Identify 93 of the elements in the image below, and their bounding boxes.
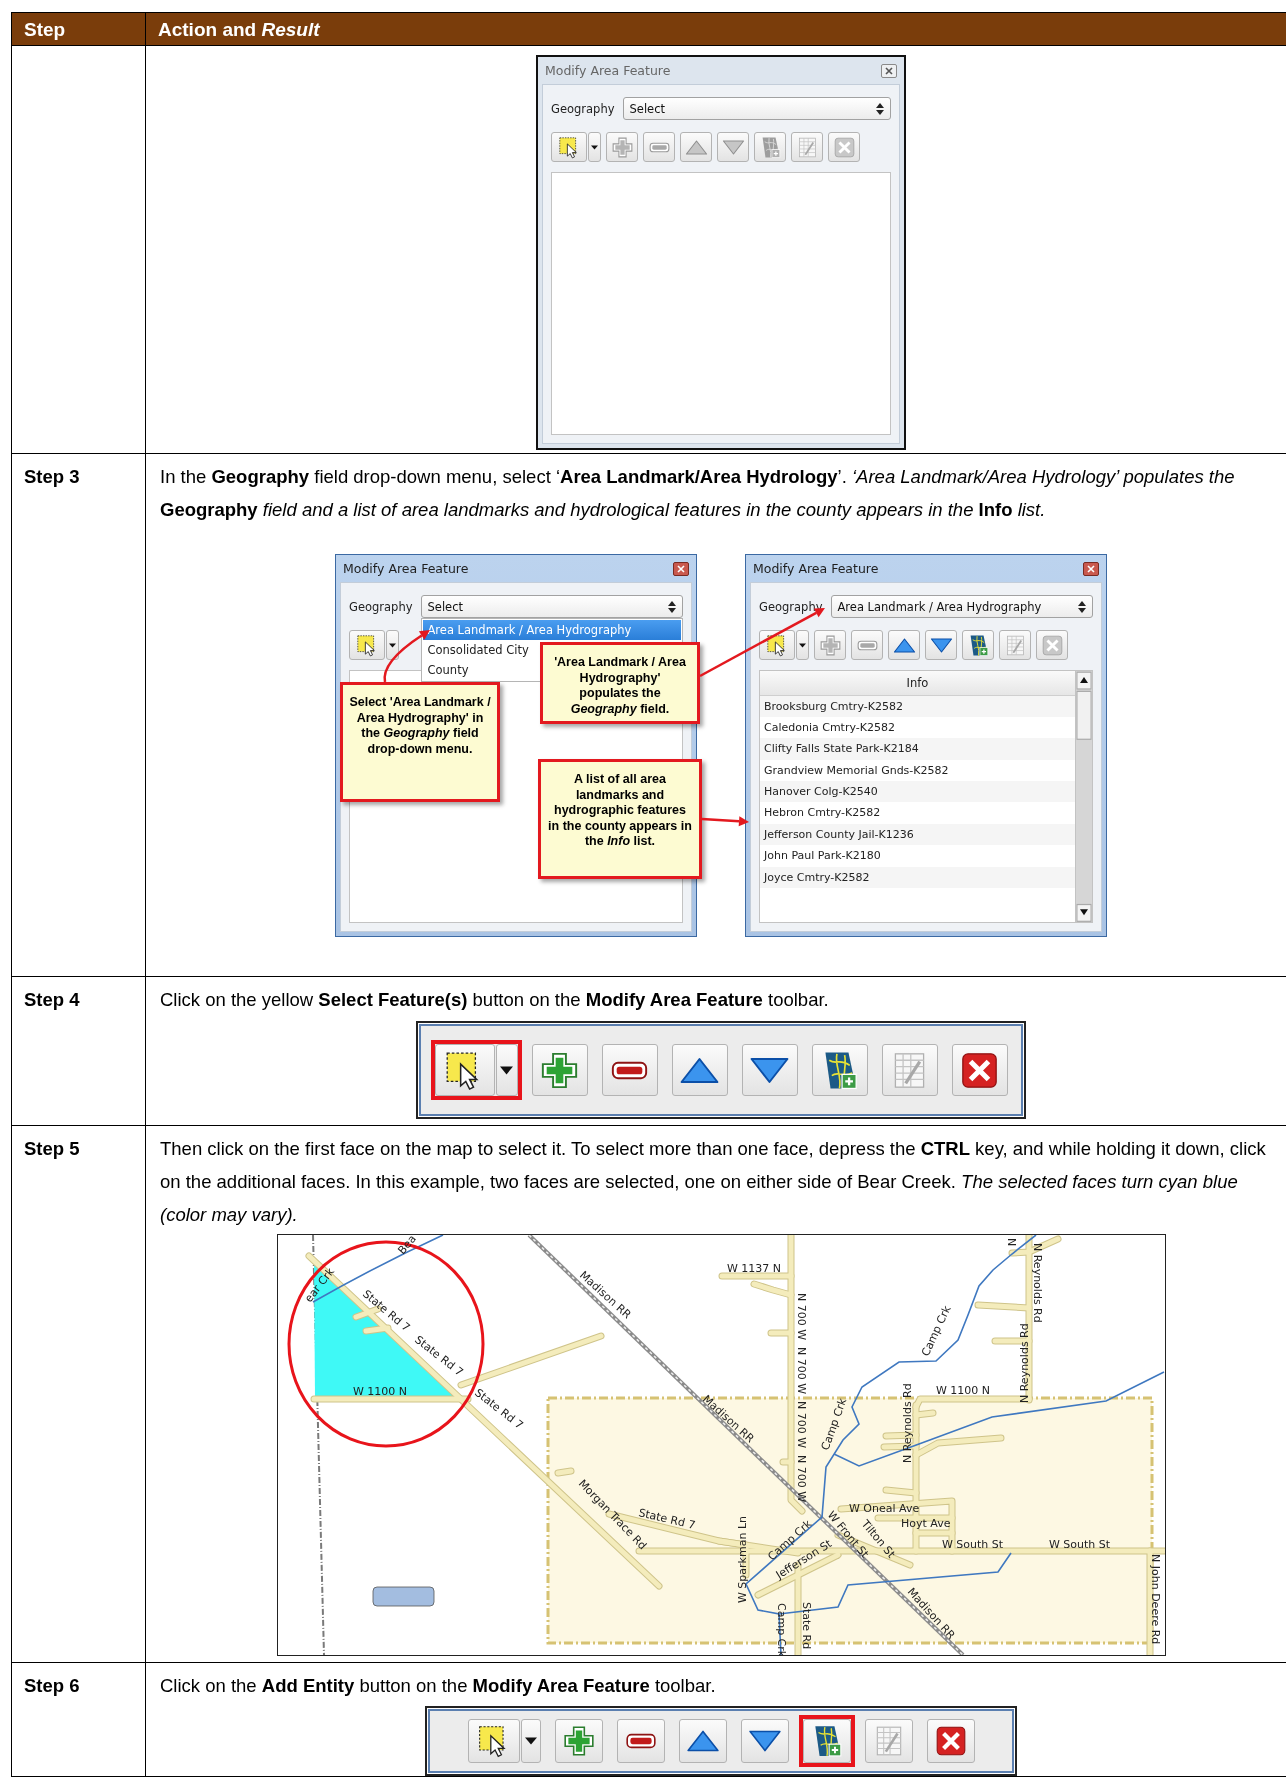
field-label: Geography — [759, 599, 823, 614]
map-label: N Reynolds Rd — [1017, 1323, 1031, 1403]
spin-arrows-icon — [668, 600, 676, 613]
plus-icon — [561, 1724, 596, 1758]
map-label: N Reynolds Rd — [1030, 1243, 1044, 1323]
close-icon — [1087, 564, 1095, 573]
toolbar-button[interactable] — [671, 1044, 728, 1096]
close-button[interactable] — [881, 63, 897, 78]
close-icon — [832, 135, 856, 159]
step-instruction: Click on the yellow Select Feature(s) button on the Modify Area Feature toolbar. — [160, 988, 830, 1012]
map-label: W South St — [1048, 1538, 1110, 1551]
dropdown-button[interactable] — [520, 1719, 541, 1763]
step-instruction: Click on the Add Entity button on the Modify Area Feature toolbar. — [160, 1674, 717, 1698]
map-label: Camp Crk — [818, 1396, 849, 1453]
list-item[interactable]: Jefferson County Jail-K1236 — [760, 823, 1075, 846]
map-label: N 700 W — [794, 1293, 808, 1341]
map-label: State Rd — [799, 1602, 813, 1650]
map-label: State Rd 7 — [636, 1506, 696, 1532]
toolbar-button[interactable] — [616, 1719, 665, 1763]
toolbar-button[interactable] — [467, 1719, 520, 1763]
plus-icon — [610, 135, 634, 159]
scrollbar[interactable] — [1075, 670, 1092, 922]
column-header: Action and Result — [157, 18, 321, 42]
close-icon — [677, 564, 685, 573]
lake-shape — [372, 1586, 434, 1607]
list-item[interactable]: Clifty Falls State Park-K2184 — [760, 738, 1075, 760]
list-item[interactable]: Joyce Cmtry-K2582 — [760, 866, 1075, 888]
list-item[interactable]: Hebron Cmtry-K2582 — [760, 802, 1075, 824]
map-label: W 1137 N — [726, 1262, 781, 1275]
map-label: Bea — [394, 1234, 419, 1257]
geography-dropdown[interactable]: Area Landmark / Area Hydrography — [830, 595, 1093, 618]
toolbar-button[interactable] — [740, 1719, 789, 1763]
close-button[interactable] — [673, 561, 689, 576]
toolbar-button[interactable] — [926, 1719, 975, 1763]
callout-tooltip: Select 'Area Landmark / Area Hydrography' in the Geography field drop-down menu. — [340, 682, 500, 802]
step-label: Step 5 — [24, 1137, 81, 1161]
close-icon — [885, 66, 893, 75]
column-header: Step — [12, 13, 146, 47]
list-item[interactable]: John Paul Park-K2180 — [760, 845, 1075, 867]
caret-icon — [799, 642, 806, 648]
dropdown-button[interactable] — [495, 1044, 518, 1096]
caret-icon — [524, 1737, 537, 1745]
list-item[interactable]: Hanover Colg-K2540 — [760, 781, 1075, 803]
plus-icon — [818, 633, 842, 657]
toolbar-button[interactable] — [811, 1044, 868, 1096]
list-item[interactable]: Grandview Memorial Gnds-K2582 — [760, 759, 1075, 782]
toolbar-button[interactable] — [434, 1044, 495, 1096]
map-label: ear Crk — [301, 1265, 337, 1305]
dropdown-button[interactable] — [386, 630, 399, 660]
map-label: W 1100 N — [352, 1385, 407, 1398]
toolbar-button[interactable] — [951, 1044, 1008, 1096]
map-label: W 1100 N — [935, 1384, 990, 1397]
map-label: W Sparkman Ln — [735, 1516, 749, 1603]
map-label: W Oneal Ave — [848, 1502, 919, 1515]
caret-icon — [591, 144, 598, 150]
map-label: W South St — [941, 1538, 1003, 1551]
callout-tooltip: A list of all area landmarks and hydrographic features in the county appears in the Info list. — [538, 759, 702, 879]
field-label: Geography — [349, 599, 413, 614]
list-item[interactable]: Brooksburg Cmtry-K2582 — [760, 695, 1075, 717]
step-instruction: In the Geography field drop-down menu, select ‘Area Landmark/Area Hydrology’. ‘Area Landmark/Area Hydrology’ populates the Geography field and a list of area landmarks and hydrological features in the county appears in the Info list. — [160, 465, 1236, 522]
map-label: N 700 W — [794, 1401, 808, 1449]
toolbar-button[interactable] — [741, 1044, 798, 1096]
spin-arrows-icon — [1078, 600, 1086, 613]
step-instruction: Then click on the first face on the map to select it. To select more than one face, depress the CTRL key, and while holding it down, click on the additional faces. In this example, two faces are selected, one on either side of Bear Creek. The selected faces turn cyan blue (color may vary). — [160, 1137, 1267, 1227]
dropdown-button[interactable] — [588, 132, 601, 162]
toolbar-button[interactable] — [678, 1719, 727, 1763]
caret-icon — [500, 1065, 513, 1075]
list-item[interactable]: Caledonia Cmtry-K2582 — [760, 716, 1075, 739]
close-icon — [1040, 633, 1064, 657]
step-label: Step 4 — [24, 988, 81, 1012]
dropdown-button[interactable] — [796, 630, 809, 660]
map-label: Hoyt Ave — [900, 1517, 950, 1530]
map-label: N 700 W — [794, 1347, 808, 1395]
spin-arrows-icon — [876, 102, 884, 115]
field-label: Geography — [551, 101, 615, 116]
dialog-title: Modify Area Feature — [343, 561, 469, 576]
callout-arrow — [701, 816, 749, 827]
callout-tooltip: 'Area Landmark / Area Hydrography' populates the Geography field. — [540, 642, 700, 724]
step-label: Step 6 — [24, 1674, 81, 1698]
toolbar-button[interactable] — [601, 1044, 658, 1096]
map-label: N 700 W — [794, 1455, 808, 1503]
dialog-title: Modify Area Feature — [753, 561, 879, 576]
toolbar-button[interactable] — [962, 630, 994, 660]
map-label: N — [1004, 1238, 1018, 1247]
column-header: Info — [760, 670, 1075, 696]
geography-dropdown[interactable]: Select — [622, 97, 891, 120]
step-label: Step 3 — [24, 465, 81, 489]
map-label: N John Deere Rd — [1148, 1554, 1162, 1645]
dialog-title: Modify Area Feature — [545, 63, 671, 78]
geography-dropdown[interactable]: Select — [420, 595, 683, 618]
close-button[interactable] — [1083, 561, 1099, 576]
map-label: N Reynolds Rd — [900, 1383, 914, 1463]
caret-icon — [389, 642, 396, 648]
